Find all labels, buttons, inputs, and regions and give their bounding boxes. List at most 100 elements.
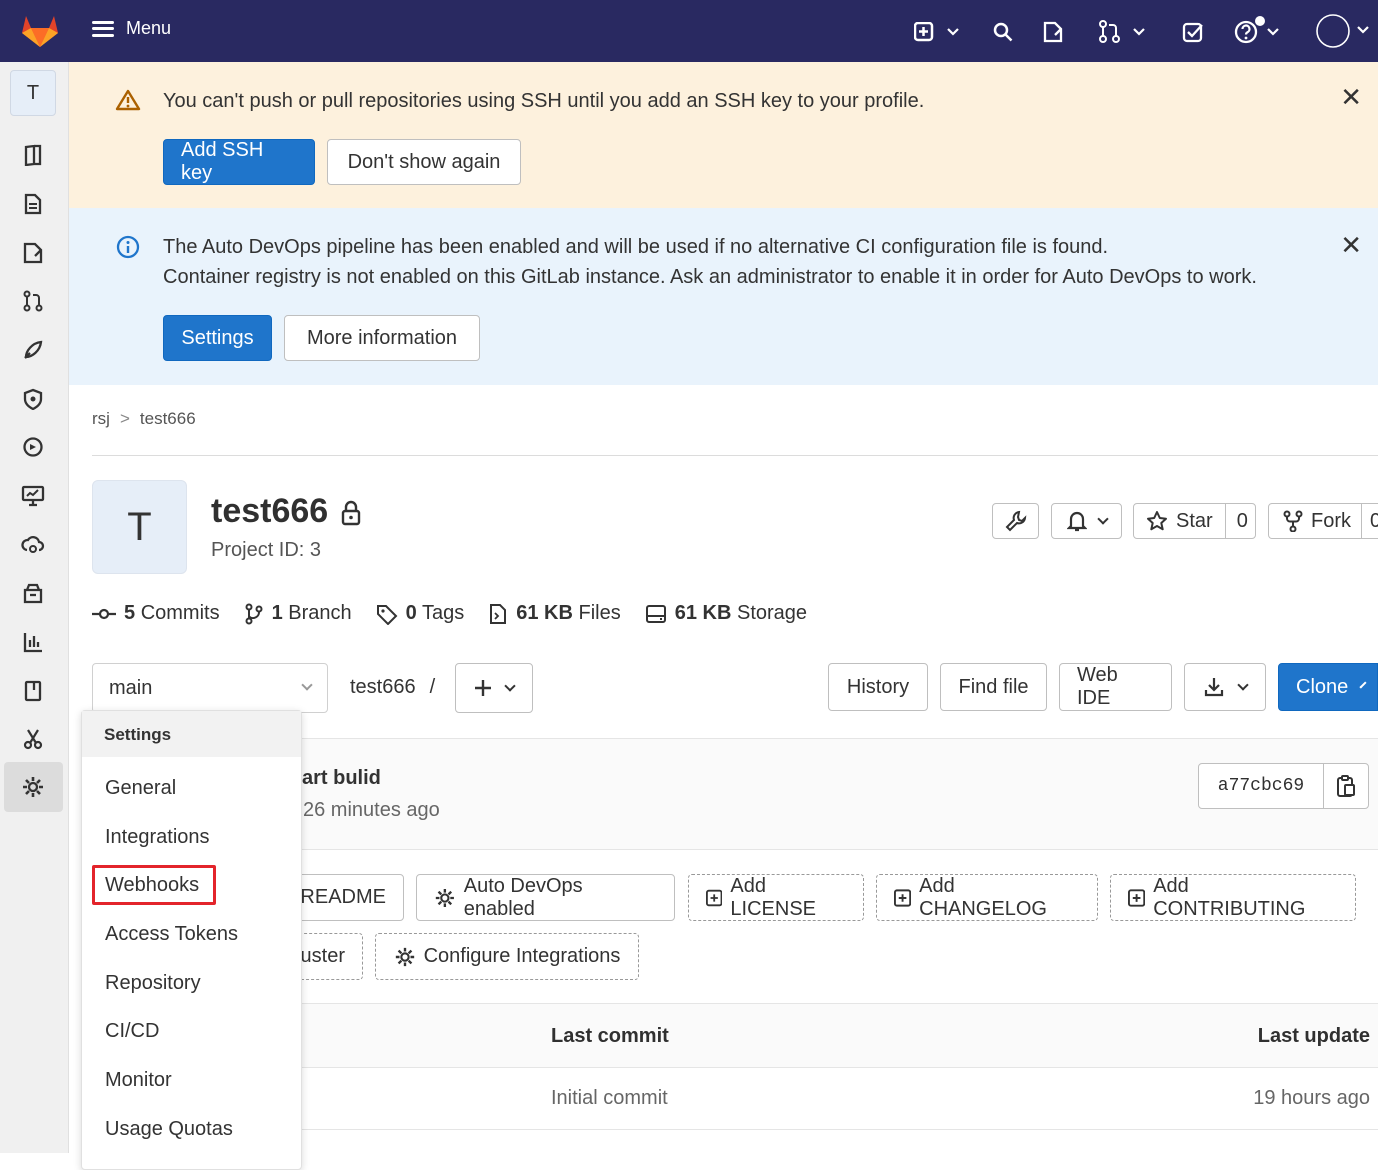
sidebar-item-monitor[interactable] bbox=[18, 481, 48, 511]
settings-menu-item-monitor[interactable]: Monitor bbox=[105, 1069, 172, 1092]
file-icon bbox=[490, 603, 507, 624]
stat-commits[interactable]: 5 Commits bbox=[92, 602, 220, 625]
fork-count[interactable]: 0 bbox=[1362, 510, 1378, 533]
sidebar-item-issues[interactable] bbox=[18, 238, 48, 268]
ssh-alert-message: You can't push or pull repositories usin… bbox=[163, 90, 925, 112]
sidebar-item-infrastructure[interactable] bbox=[18, 530, 48, 560]
commit-time: 26 minutes ago bbox=[303, 799, 440, 821]
notifications-dropdown[interactable] bbox=[1051, 503, 1122, 539]
star-button-group[interactable]: Star 0 bbox=[1133, 503, 1256, 539]
help-dropdown[interactable] bbox=[1234, 14, 1284, 46]
breadcrumb-parent[interactable]: rsj bbox=[92, 409, 110, 429]
shield-icon bbox=[23, 388, 43, 410]
more-information-button[interactable]: More information bbox=[284, 315, 480, 361]
fork-button[interactable]: Fork bbox=[1269, 504, 1362, 538]
devops-alert-line1: The Auto DevOps pipeline has been enable… bbox=[163, 236, 1109, 258]
sidebar-item-settings[interactable] bbox=[18, 772, 48, 802]
add-changelog-button[interactable]: Add CHANGELOG bbox=[876, 874, 1098, 921]
sidebar-item-project-information[interactable] bbox=[18, 140, 48, 170]
settings-menu-item-usage-quotas[interactable]: Usage Quotas bbox=[105, 1118, 233, 1141]
settings-menu-item-access-tokens[interactable]: Access Tokens bbox=[105, 923, 238, 946]
monitor-icon bbox=[21, 485, 45, 507]
settings-menu-header: Settings bbox=[82, 711, 301, 757]
branch-icon bbox=[245, 603, 263, 624]
search-icon[interactable] bbox=[993, 22, 1013, 42]
auto-devops-button[interactable]: Auto DevOps enabled bbox=[416, 874, 675, 921]
auto-devops-label: Auto DevOps enabled bbox=[463, 874, 583, 920]
settings-button[interactable]: Settings bbox=[163, 315, 272, 361]
readme-button[interactable]: README bbox=[290, 874, 404, 921]
table-row[interactable]: Initial commit 19 hours ago bbox=[302, 1068, 1378, 1130]
webhooks-highlight-box bbox=[92, 865, 216, 905]
sidebar-item-merge-requests[interactable] bbox=[18, 286, 48, 316]
sidebar-project-avatar[interactable]: T bbox=[10, 70, 56, 116]
repo-path-root[interactable]: test666 bbox=[350, 676, 416, 699]
settings-menu-item-integrations[interactable]: Integrations bbox=[105, 826, 210, 849]
user-avatar-dropdown[interactable] bbox=[1316, 14, 1378, 48]
history-button[interactable]: History bbox=[828, 663, 928, 711]
find-file-button[interactable]: Find file bbox=[940, 663, 1047, 711]
configure-integrations-button[interactable]: Configure Integrations bbox=[375, 933, 639, 980]
warning-icon bbox=[115, 89, 141, 111]
close-icon[interactable]: ✕ bbox=[1340, 82, 1362, 113]
commit-title[interactable]: art bulid bbox=[302, 767, 381, 790]
add-contributing-button[interactable]: Add CONTRIBUTING bbox=[1110, 874, 1356, 921]
stat-tags[interactable]: 0 Tags bbox=[376, 602, 464, 625]
copy-sha-button[interactable] bbox=[1324, 764, 1368, 808]
add-license-button[interactable]: Add LICENSE bbox=[688, 874, 864, 921]
star-count[interactable]: 0 bbox=[1226, 510, 1259, 533]
close-icon[interactable]: ✕ bbox=[1340, 230, 1362, 261]
menu-button[interactable]: Menu bbox=[92, 18, 171, 39]
branch-selector[interactable]: main bbox=[92, 663, 328, 713]
row-last-update: 19 hours ago bbox=[1253, 1087, 1370, 1109]
add-contributing-label: Add CONTRIBUTING bbox=[1153, 874, 1306, 920]
ssh-key-alert: You can't push or pull repositories usin… bbox=[69, 62, 1378, 208]
row-last-commit[interactable]: Initial commit bbox=[551, 1087, 668, 1110]
dont-show-again-button[interactable]: Don't show again bbox=[327, 139, 521, 185]
stat-branches[interactable]: 1 Branch bbox=[244, 602, 352, 625]
star-button[interactable]: Star bbox=[1134, 504, 1226, 538]
star-label: Star bbox=[1176, 509, 1213, 532]
commit-sha[interactable]: a77cbc69 bbox=[1199, 764, 1324, 808]
top-navbar: Menu bbox=[0, 0, 1378, 62]
gear-icon bbox=[395, 947, 414, 966]
settings-flyout-menu: Settings General Integrations Webhooks A… bbox=[81, 710, 302, 1170]
plus-square-icon bbox=[1128, 888, 1146, 907]
file-table-header: Last commit Last update bbox=[302, 1003, 1378, 1068]
stat-files[interactable]: 61 KB Files bbox=[488, 602, 621, 625]
stat-storage[interactable]: 61 KB Storage bbox=[645, 602, 807, 625]
clone-dropdown[interactable]: Clone bbox=[1278, 663, 1378, 711]
merge-requests-dropdown[interactable] bbox=[1098, 20, 1148, 44]
sidebar-item-packages[interactable] bbox=[18, 578, 48, 608]
sidebar-item-wiki[interactable] bbox=[18, 676, 48, 706]
branch-name: main bbox=[109, 676, 153, 699]
admin-settings-button[interactable] bbox=[992, 503, 1039, 539]
chart-icon bbox=[23, 633, 42, 653]
sidebar-item-deployments[interactable] bbox=[18, 432, 48, 462]
chevron-down-icon bbox=[504, 679, 516, 692]
sidebar-item-snippets[interactable] bbox=[18, 724, 48, 754]
sidebar-item-analytics[interactable] bbox=[18, 627, 48, 657]
fork-button-group[interactable]: Fork 0 bbox=[1268, 503, 1378, 539]
settings-menu-item-general[interactable]: General bbox=[105, 777, 176, 800]
web-ide-button[interactable]: Web IDE bbox=[1059, 663, 1172, 711]
todo-icon[interactable] bbox=[1182, 21, 1204, 43]
sidebar-item-security[interactable] bbox=[18, 384, 48, 414]
sidebar-item-repository[interactable] bbox=[18, 189, 48, 219]
menu-label: Menu bbox=[126, 18, 172, 38]
package-icon bbox=[23, 583, 43, 604]
download-dropdown[interactable] bbox=[1184, 663, 1266, 711]
commit-sha-group: a77cbc69 bbox=[1198, 763, 1369, 809]
settings-menu-item-cicd[interactable]: CI/CD bbox=[105, 1020, 159, 1043]
add-to-tree-dropdown[interactable] bbox=[455, 663, 533, 713]
sidebar-item-cicd[interactable] bbox=[18, 335, 48, 365]
issues-icon[interactable] bbox=[1042, 21, 1064, 43]
settings-menu-item-repository[interactable]: Repository bbox=[105, 972, 201, 995]
hamburger-icon bbox=[92, 20, 114, 37]
gitlab-logo-icon[interactable] bbox=[20, 14, 60, 48]
breadcrumb-separator: > bbox=[119, 409, 130, 428]
fork-label: Fork bbox=[1311, 509, 1351, 532]
breadcrumb-current[interactable]: test666 bbox=[140, 409, 196, 429]
new-item-dropdown[interactable] bbox=[914, 22, 960, 42]
add-ssh-key-button[interactable]: Add SSH key bbox=[163, 139, 315, 185]
